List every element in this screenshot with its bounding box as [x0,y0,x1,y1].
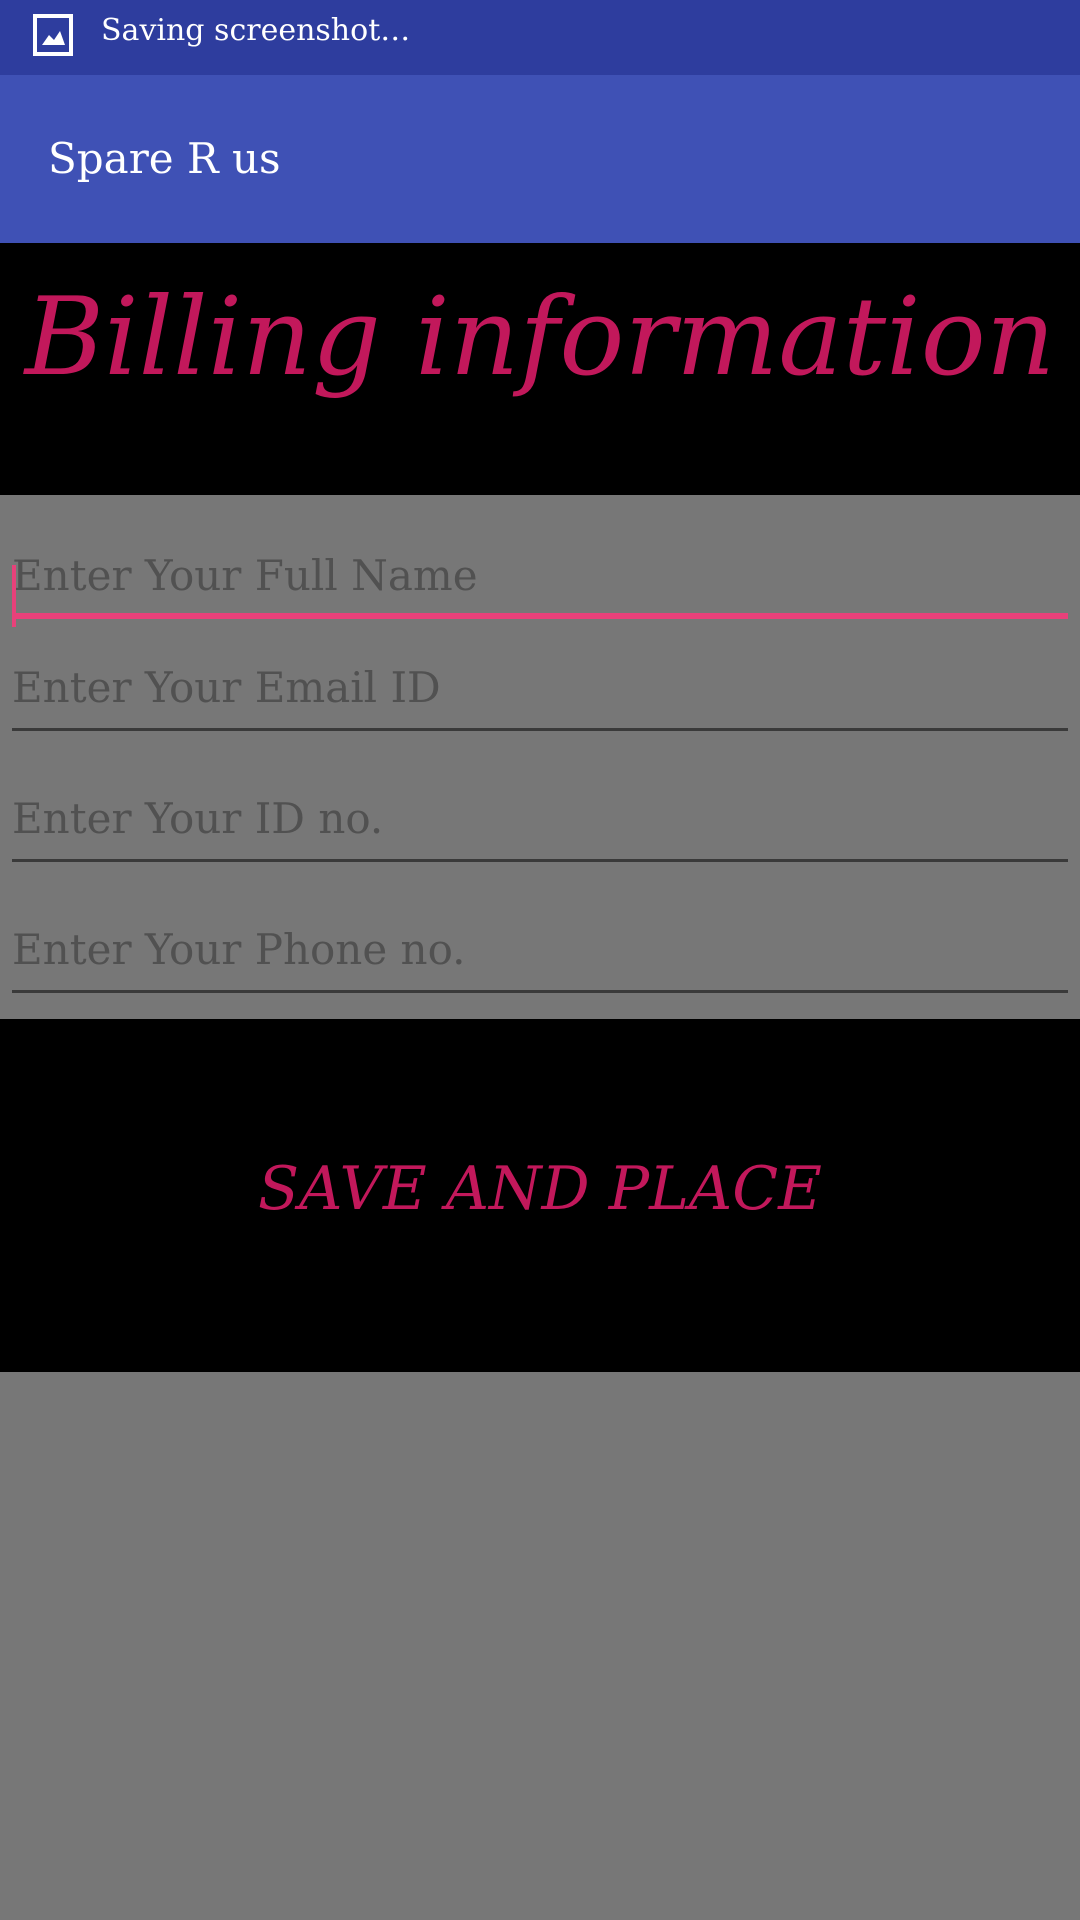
full-name-underline [12,613,1068,619]
status-notification-text: Saving screenshot… [101,13,411,48]
app-bar: Spare R us [0,75,1080,243]
image-icon [33,14,73,56]
billing-header: Billing information [0,243,1080,495]
email-field [12,647,1068,731]
billing-form [0,495,1080,1019]
id-number-underline [12,859,1068,862]
id-number-input[interactable] [12,778,1068,858]
status-bar: Saving screenshot… [0,0,1080,75]
empty-background [0,1372,1080,1920]
action-panel: SAVE AND PLACE [0,1019,1080,1372]
save-and-place-button[interactable]: SAVE AND PLACE [0,1139,1080,1239]
phone-number-field [12,909,1068,993]
email-input[interactable] [12,647,1068,727]
email-underline [12,728,1068,731]
phone-number-underline [12,990,1068,993]
phone-number-input[interactable] [12,909,1068,989]
full-name-input[interactable] [12,535,1068,615]
full-name-field [12,535,1068,627]
id-number-field [12,778,1068,862]
page-title: Billing information [24,275,1056,400]
app-title: Spare R us [48,134,281,183]
